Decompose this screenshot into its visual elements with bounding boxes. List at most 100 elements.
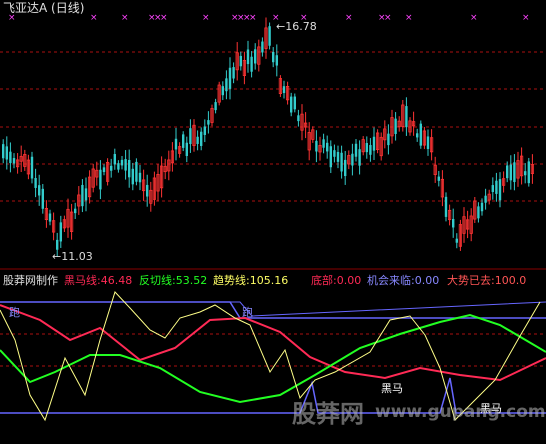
candle-body — [99, 169, 102, 190]
candle-body — [34, 178, 37, 188]
candle-body — [358, 149, 361, 166]
candle-body — [509, 164, 512, 181]
chart-canvas[interactable]: × × × ××× × ×××× × × × ×× × × × — [0, 0, 546, 444]
candle-body — [513, 162, 516, 183]
candle-body — [344, 159, 347, 177]
candle-body — [189, 128, 192, 145]
candle-body — [419, 123, 422, 146]
candle-body — [128, 160, 131, 178]
jihui-value: 机会来临:0.00 — [367, 274, 440, 287]
candle-body — [185, 142, 188, 156]
candle-body — [84, 188, 88, 201]
marker-icon: × — [202, 13, 210, 23]
candle-body — [225, 78, 228, 92]
candle-body — [372, 136, 376, 151]
candle-body — [387, 133, 390, 146]
candle-body — [491, 185, 494, 192]
upper-boundary-2 — [0, 301, 546, 317]
candle-body — [416, 133, 419, 138]
heima-value: 黑马线:46.48 — [64, 274, 133, 287]
candle-body — [12, 158, 16, 164]
candle-body — [333, 150, 336, 157]
candle-body — [452, 218, 455, 228]
candle-body — [351, 153, 354, 166]
candle-body — [480, 202, 484, 212]
candle-body — [146, 184, 149, 197]
candle-body — [135, 161, 138, 182]
candle-body — [369, 145, 372, 155]
qushi-value: 趋势线:105.16 — [213, 274, 289, 287]
candle-body — [290, 96, 293, 113]
candle-body — [48, 213, 52, 222]
candle-body — [232, 67, 235, 79]
candlestick-series — [2, 17, 535, 257]
candle-body — [207, 120, 210, 125]
pao-label-left: 跑 — [9, 306, 20, 319]
candle-body — [228, 67, 232, 89]
marker-icon: × — [249, 13, 257, 23]
candle-body — [81, 184, 84, 207]
marker-icon: × — [121, 13, 129, 23]
candle-body — [59, 222, 62, 242]
candle-body — [5, 146, 8, 160]
candle-body — [495, 180, 498, 194]
candle-body — [484, 195, 487, 203]
candle-body — [239, 55, 242, 67]
marker-icon: × — [345, 13, 353, 23]
indicator-lines — [0, 291, 546, 422]
candle-body — [275, 55, 278, 66]
candle-body — [221, 86, 224, 96]
candle-body — [200, 131, 203, 146]
watermark-right: www.gupang.com — [375, 402, 546, 422]
candle-body — [506, 165, 509, 179]
candle-body — [365, 143, 368, 153]
heima-mark: 黑马 — [381, 382, 403, 395]
candle-body — [315, 140, 318, 152]
dibu-value: 底部:0.00 — [311, 274, 362, 287]
candle-body — [56, 239, 59, 250]
candle-body — [444, 196, 448, 217]
candle-body — [268, 26, 271, 46]
candle-body — [297, 115, 300, 122]
candle-body — [110, 165, 113, 171]
candle-body — [102, 167, 106, 173]
candle-body — [203, 126, 206, 135]
candle-body — [293, 96, 296, 110]
pao-label-mid: 跑 — [242, 306, 253, 319]
candle-body — [426, 136, 430, 149]
candle-body — [527, 161, 530, 184]
watermark-left: 股莽网 — [292, 400, 364, 428]
marker-icon: × — [160, 13, 168, 23]
candle-body — [329, 146, 332, 168]
indicator-name: 股莽网制作 — [3, 274, 58, 287]
candle-body — [405, 106, 408, 128]
candle-body — [41, 188, 44, 209]
top-markers: × × × ××× × ×××× × × × ×× × × × — [8, 13, 530, 23]
marker-icon: × — [384, 13, 392, 23]
candle-body — [138, 172, 142, 183]
candle-body — [174, 138, 178, 150]
candle-body — [254, 49, 257, 64]
candle-body — [498, 179, 502, 201]
candle-body — [74, 208, 77, 214]
low-price-label: ←11.03 — [52, 250, 93, 263]
candle-body — [2, 144, 5, 159]
candle-body — [38, 185, 41, 196]
candle-body — [437, 176, 440, 181]
candle-body — [182, 134, 185, 148]
candle-body — [117, 163, 120, 170]
candle-body — [394, 118, 397, 134]
candle-body — [214, 102, 217, 111]
marker-icon: × — [405, 13, 413, 23]
candle-body — [246, 49, 250, 65]
dashi-value: 大势已去:100.0 — [447, 274, 527, 287]
candle-body — [113, 154, 116, 165]
candle-body — [340, 152, 343, 172]
fanqie-value: 反切线:53.52 — [139, 274, 208, 287]
high-price-label: ←16.78 — [276, 20, 317, 33]
candle-body — [124, 159, 127, 171]
candle-body — [9, 151, 12, 164]
candle-body — [120, 159, 124, 166]
candle-body — [196, 136, 199, 144]
marker-icon: × — [90, 13, 98, 23]
